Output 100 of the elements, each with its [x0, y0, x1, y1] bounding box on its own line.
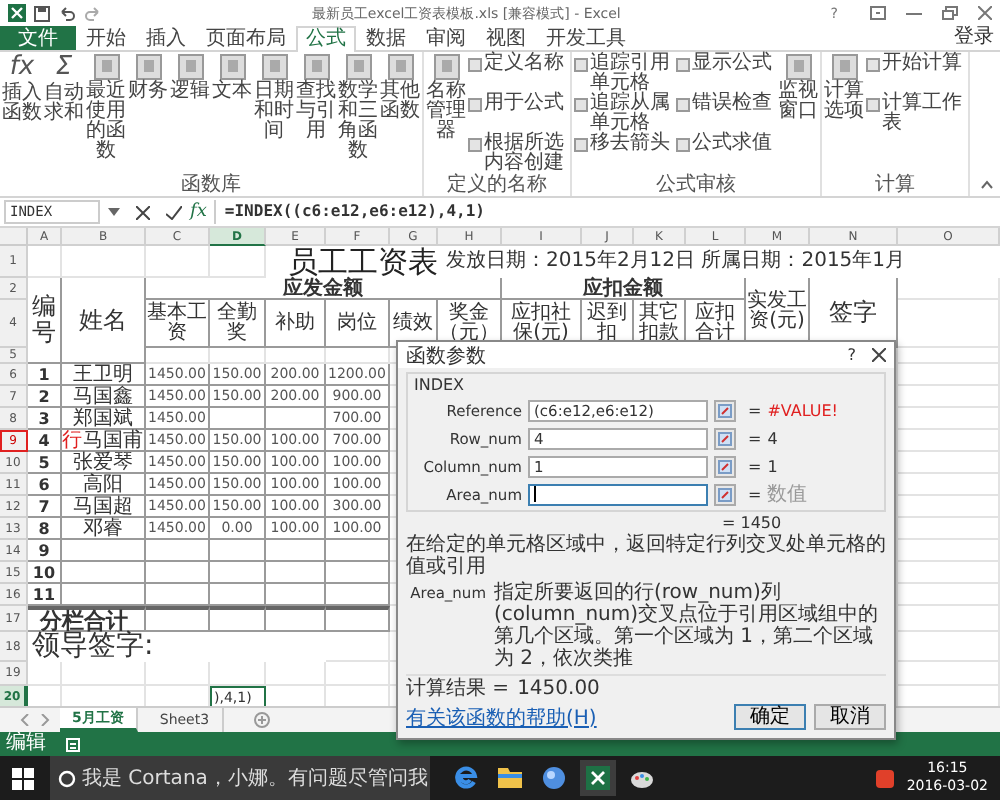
collapse-icon[interactable]: [980, 180, 994, 190]
globe-icon[interactable]: [542, 766, 566, 790]
ribbon-button[interactable]: 定义名称: [468, 54, 568, 94]
argument-result: 数值: [767, 482, 808, 508]
ribbon-tab[interactable]: 页面布局: [196, 26, 296, 50]
folder-icon[interactable]: [498, 766, 522, 788]
caret-icon[interactable]: [108, 208, 120, 216]
spreadsheet-app-icon[interactable]: [586, 766, 610, 790]
ribbon-button[interactable]: 日期和时间: [254, 54, 294, 174]
ribbon-button[interactable]: 逻辑: [170, 54, 210, 174]
group-label: 函数库: [179, 174, 243, 196]
table-cell: 郑国斌: [62, 408, 146, 430]
ribbon-button[interactable]: 查找与引用: [296, 54, 336, 174]
add-sheet-icon[interactable]: [253, 712, 270, 728]
ribbon-tab[interactable]: 视图: [476, 26, 536, 50]
ribbon-button[interactable]: 其他函数: [380, 54, 420, 174]
argument-description: 指定所要返回的行(row_num)列(column_num)交叉点位于引用区域组中的第几个区域。第一个区域为 1，第二个区域为 2，依次类推: [494, 582, 881, 670]
ribbon-button[interactable]: fx 插入函数: [2, 54, 42, 174]
ribbon-tab[interactable]: 开发工具: [536, 26, 636, 50]
table-cell: 马国鑫: [62, 386, 146, 408]
ribbon-button[interactable]: Σ 自动求和: [44, 54, 84, 174]
table-cell: [146, 606, 210, 632]
dialog-title: 函数参数: [406, 343, 486, 369]
search-field[interactable]: 我是 Cortana，小娜。有问题尽管问我。: [50, 756, 430, 800]
table-header: 姓名: [62, 278, 146, 364]
range-select-button[interactable]: [714, 399, 736, 421]
windows-logo-icon[interactable]: [12, 767, 34, 789]
ribbon-button[interactable]: 数学和三角函数: [338, 54, 378, 174]
browser-icon[interactable]: [454, 766, 478, 790]
table-cell: [210, 562, 266, 584]
paint-icon[interactable]: [630, 766, 654, 790]
help-link[interactable]: 有关该函数的帮助(H): [406, 703, 597, 731]
ribbon-button[interactable]: 文本: [212, 54, 252, 174]
ribbon-tab[interactable]: 插入: [136, 26, 196, 50]
table-cell: [146, 562, 210, 584]
ribbon-button[interactable]: 追踪引用单元格: [574, 54, 674, 94]
table-cell: 2: [28, 386, 62, 408]
formula-field[interactable]: =INDEX((c6:e12,e6:e12),4,1): [214, 200, 1000, 224]
ribbon-button[interactable]: 用于公式: [468, 94, 568, 134]
table-cell: [210, 408, 266, 430]
ribbon-tab[interactable]: 开始: [76, 26, 136, 50]
ribbon-button[interactable]: 追踪从属单元格: [574, 94, 674, 134]
table-header: 编号: [28, 278, 62, 364]
equals-sign: =: [748, 429, 762, 447]
table-cell: 1: [28, 364, 62, 386]
ribbon-button[interactable]: 计算工作表: [866, 94, 966, 134]
table-cell: 7: [28, 496, 62, 518]
undo-icon[interactable]: [58, 5, 76, 21]
insert-function-button[interactable]: fx: [190, 202, 207, 222]
ribbon-button[interactable]: 最近使用的函数: [86, 54, 126, 174]
ribbon-display-icon[interactable]: [870, 6, 886, 20]
dialog-button[interactable]: 取消: [814, 704, 886, 730]
ribbon-tab[interactable]: 公式: [296, 26, 356, 52]
ribbon-tab[interactable]: 文件: [0, 26, 76, 50]
range-select-button[interactable]: [714, 483, 736, 505]
ribbon-button[interactable]: 公式求值: [676, 134, 776, 174]
previous-sheet-icon[interactable]: [20, 714, 30, 726]
date-text: 发放日期：2015年2月12日 所属日期：2015年1月: [438, 246, 1000, 278]
table-header: 岗位: [326, 300, 390, 348]
equals-sign: =: [748, 485, 762, 503]
sign-in-link[interactable]: 登录: [954, 26, 1000, 50]
argument-field[interactable]: [528, 483, 708, 505]
redo-icon[interactable]: [84, 5, 102, 21]
help-button[interactable]: ?: [847, 346, 856, 364]
table-cell: 4: [28, 430, 62, 452]
restore-icon[interactable]: [942, 6, 958, 20]
group-label: 公式审核: [654, 174, 738, 196]
ribbon-button[interactable]: 名称管理器: [426, 54, 466, 174]
check-icon[interactable]: [166, 205, 182, 219]
table-cell: [62, 584, 146, 606]
ribbon-button[interactable]: 财务: [128, 54, 168, 174]
dialog-button[interactable]: 确定: [734, 704, 806, 730]
table-cell: 王卫明: [62, 364, 146, 386]
ribbon-button[interactable]: 开始计算: [866, 54, 966, 94]
ribbon-button[interactable]: 根据所选内容创建: [468, 134, 568, 174]
ribbon-button[interactable]: 错误检查: [676, 94, 776, 134]
argument-result: 1: [767, 457, 778, 475]
result-label: 计算结果 =: [406, 678, 510, 702]
ribbon-tab[interactable]: 审阅: [416, 26, 476, 50]
table-cell: [62, 562, 146, 584]
table-cell: 3: [28, 408, 62, 430]
save-icon[interactable]: [34, 5, 50, 21]
ribbon-button[interactable]: 显示公式: [676, 54, 776, 94]
ribbon-button[interactable]: 移去箭头: [574, 134, 674, 174]
range-select-button[interactable]: [714, 427, 736, 449]
table-header: 应扣金额: [502, 278, 746, 300]
ribbon-tab[interactable]: 数据: [356, 26, 416, 50]
next-sheet-icon[interactable]: [40, 714, 50, 726]
cancel-icon[interactable]: [136, 205, 150, 219]
sheet-icon: [866, 98, 880, 112]
ribbon-button[interactable]: 计算选项: [824, 54, 864, 174]
macro-record-icon[interactable]: [66, 737, 80, 751]
sheet-icon: [676, 138, 690, 152]
status-text: 编辑: [6, 732, 46, 756]
table-cell: [326, 584, 390, 606]
close-icon[interactable]: [978, 6, 992, 20]
range-select-button[interactable]: [714, 455, 736, 477]
close-icon[interactable]: [872, 348, 886, 362]
ribbon-button[interactable]: 监视窗口: [778, 54, 818, 174]
cortana-icon: [58, 769, 76, 787]
